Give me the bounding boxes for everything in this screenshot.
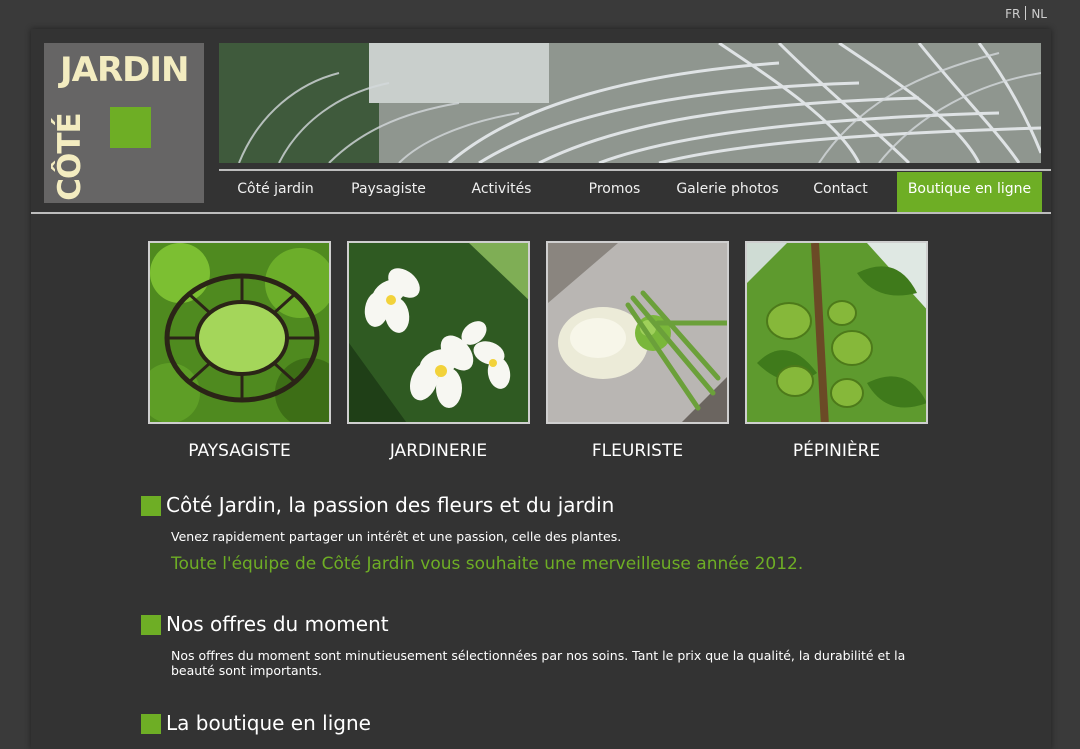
- lang-nl-link[interactable]: NL: [1031, 7, 1047, 21]
- gazebo-foliage-photo: [150, 243, 329, 422]
- section-bullet-square: [141, 714, 161, 734]
- nav-item-paysagiste[interactable]: Paysagiste: [332, 172, 445, 212]
- section-bullet-square: [141, 615, 161, 635]
- category-jardinerie-label[interactable]: JARDINERIE: [345, 441, 532, 461]
- category-jardinerie-image[interactable]: [347, 241, 530, 424]
- logo-text-cote: CÔTÉ: [52, 113, 88, 201]
- nav-item-boutique-en-ligne[interactable]: Boutique en ligne: [897, 172, 1042, 212]
- category-paysagiste-label[interactable]: PAYSAGISTE: [146, 441, 333, 461]
- ornamental-grass-illustration: [219, 43, 1041, 163]
- main-navigation: Côté jardin Paysagiste Activités Promos …: [219, 172, 1042, 212]
- site-logo[interactable]: JARDIN CÔTÉ: [44, 43, 204, 203]
- logo-green-square: [110, 107, 151, 148]
- section-title-offres: Nos offres du moment: [166, 612, 389, 636]
- logo-text-jardin: JARDIN: [60, 50, 189, 90]
- nav-item-galerie-photos[interactable]: Galerie photos: [671, 172, 784, 212]
- header-banner-image: [219, 43, 1041, 163]
- nav-bottom-divider: [31, 212, 1051, 214]
- nav-item-contact[interactable]: Contact: [784, 172, 897, 212]
- section-bullet-square: [141, 496, 161, 516]
- nav-item-promos[interactable]: Promos: [558, 172, 671, 212]
- nav-item-cote-jardin[interactable]: Côté jardin: [219, 172, 332, 212]
- frangipani-flowers-photo: [349, 243, 528, 422]
- nav-item-activites[interactable]: Activités: [445, 172, 558, 212]
- fig-tree-photo: [747, 243, 926, 422]
- category-pepiniere-image[interactable]: [745, 241, 928, 424]
- page-container: JARDIN CÔTÉ Côté jardin Paysagiste Activ…: [31, 29, 1051, 749]
- section-title-boutique: La boutique en ligne: [166, 711, 371, 735]
- language-switcher: FR NL: [1005, 6, 1047, 21]
- nav-top-divider: [219, 169, 1051, 171]
- lang-separator: [1025, 6, 1027, 20]
- section-text-offres: Nos offres du moment sont minutieusement…: [171, 648, 906, 678]
- category-pepiniere-label[interactable]: PÉPINIÈRE: [743, 441, 930, 461]
- calla-arrangement-photo: [548, 243, 727, 422]
- category-fleuriste-label[interactable]: FLEURISTE: [544, 441, 731, 461]
- category-paysagiste-image[interactable]: [148, 241, 331, 424]
- section-title-passion: Côté Jardin, la passion des fleurs et du…: [166, 493, 615, 517]
- section-text-passion: Venez rapidement partager un intérêt et …: [171, 529, 622, 544]
- new-year-greeting: Toute l'équipe de Côté Jardin vous souha…: [171, 554, 804, 574]
- category-fleuriste-image[interactable]: [546, 241, 729, 424]
- lang-fr-link[interactable]: FR: [1005, 7, 1020, 21]
